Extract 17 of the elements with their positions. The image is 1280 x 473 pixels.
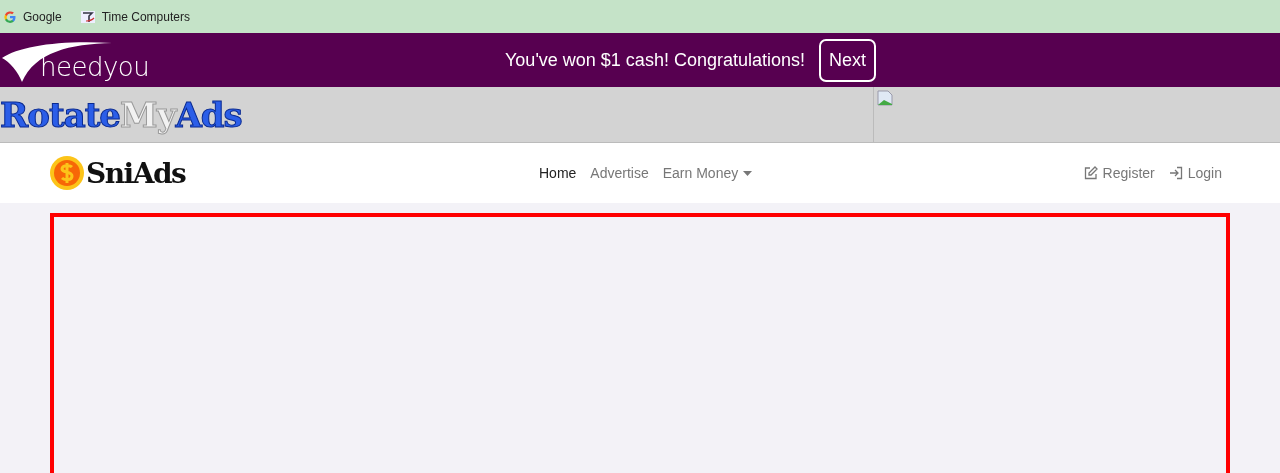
login-icon bbox=[1168, 166, 1183, 180]
register-link[interactable]: Register bbox=[1083, 165, 1155, 181]
edit-icon bbox=[1083, 166, 1098, 180]
site-icon bbox=[79, 9, 96, 24]
google-icon bbox=[3, 9, 17, 24]
next-button[interactable]: Next bbox=[819, 38, 876, 82]
dollar-coin-icon bbox=[49, 155, 85, 191]
nav-link[interactable]: Earn Money bbox=[662, 165, 753, 181]
nav-link[interactable]: Advertise bbox=[590, 165, 649, 181]
bookmark[interactable]: Google bbox=[3, 9, 62, 24]
rotatemyads-logo[interactable]: RotateMyAds bbox=[0, 87, 873, 142]
broken-image-icon bbox=[877, 90, 893, 106]
nav-link[interactable]: Home bbox=[539, 165, 577, 181]
bookmark[interactable]: Time Computers bbox=[79, 9, 190, 24]
login-link[interactable]: Login bbox=[1168, 165, 1222, 181]
promo-message: You've won $1 cash! Congratulations! bbox=[505, 49, 805, 71]
brand-logo[interactable]: SniAds bbox=[49, 155, 539, 191]
